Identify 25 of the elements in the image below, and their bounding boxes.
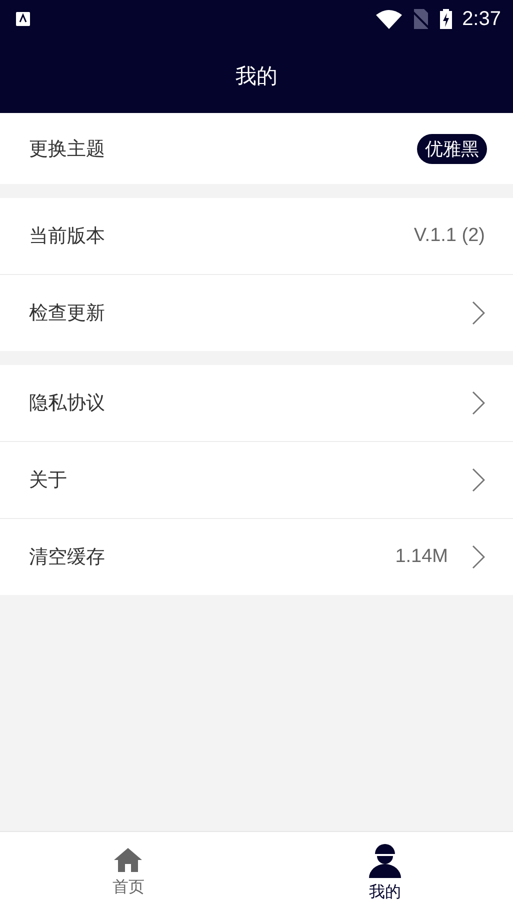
settings-row[interactable]: 关于 [0,442,513,519]
home-icon [113,846,144,872]
settings-row[interactable]: 当前版本 V.1.1 (2) [0,198,513,275]
settings-row[interactable]: 更换主题 优雅黑 [0,113,513,184]
theme-badge: 优雅黑 [417,134,487,164]
no-sim-icon [412,9,430,29]
page-title: 我的 [236,62,278,90]
row-label: 隐私协议 [29,391,106,416]
nav-tab[interactable]: 首页 [0,832,256,912]
keyboard-icon [16,12,30,26]
row-label: 当前版本 [29,224,106,249]
person-icon [368,842,401,878]
settings-row[interactable]: 隐私协议 [0,365,513,442]
wifi-icon [376,9,402,29]
settings-row[interactable]: 清空缓存 1.14M [0,519,513,595]
row-label: 关于 [29,468,68,493]
row-value: V.1.1 (2) [414,225,485,247]
nav-tab[interactable]: 我的 [256,832,513,912]
battery-icon [440,9,452,29]
settings-row[interactable]: 检查更新 [0,275,513,351]
row-value: 1.14M [395,546,448,568]
row-label: 清空缓存 [29,545,106,570]
row-label: 更换主题 [29,136,106,162]
row-label: 检查更新 [29,301,106,326]
status-time: 2:37 [462,8,501,30]
